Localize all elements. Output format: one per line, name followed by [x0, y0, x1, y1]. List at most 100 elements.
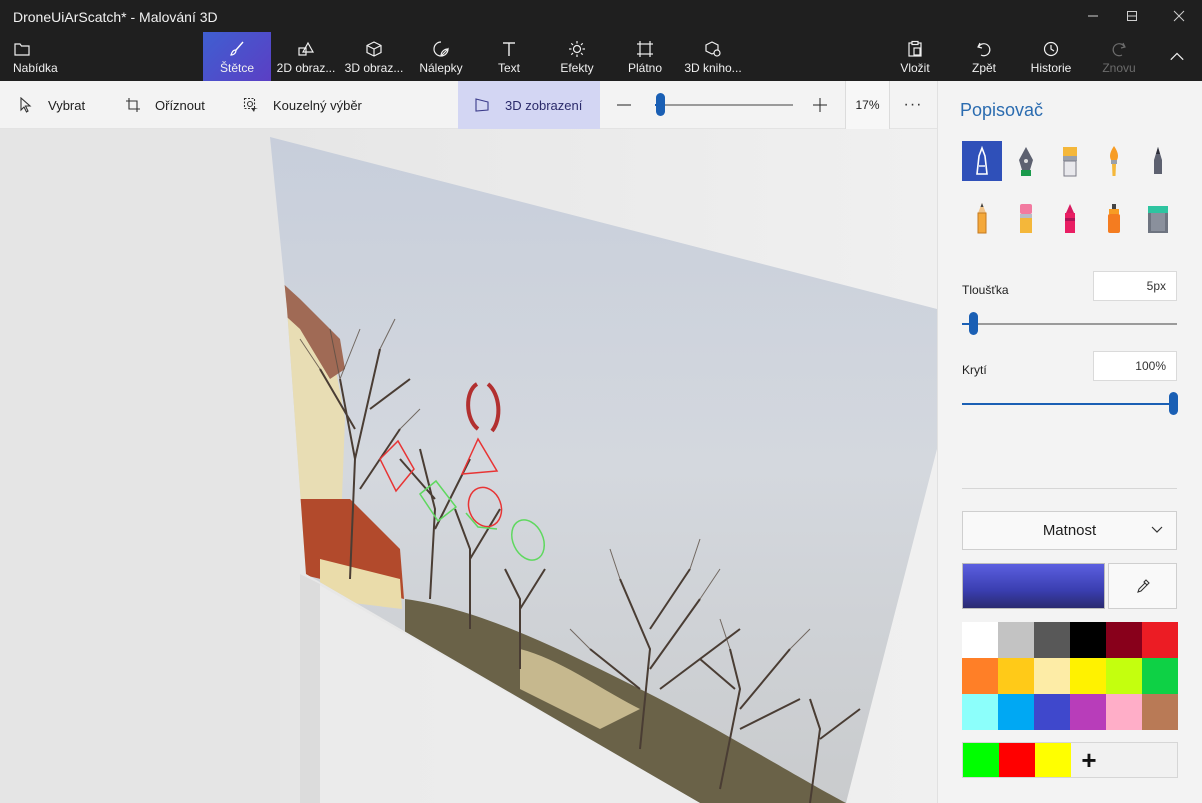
custom-colors-row: +: [962, 742, 1178, 778]
ribbon-tab-text[interactable]: Text: [480, 32, 538, 81]
palette-swatch[interactable]: [1034, 658, 1070, 694]
color-palette: [962, 622, 1178, 730]
thickness-slider-thumb[interactable]: [969, 312, 978, 335]
title-bar: DroneUiArScatch* - Malování 3D: [0, 0, 1202, 32]
opacity-label: Krytí: [962, 363, 987, 377]
window-title: DroneUiArScatch* - Malování 3D: [13, 9, 218, 25]
ribbon-label: 3D obraz...: [344, 61, 404, 75]
history-button[interactable]: Historie: [1026, 32, 1076, 81]
brush-calligraphy-pen[interactable]: [1006, 141, 1046, 181]
ribbon-tab-3d-library[interactable]: 3D kniho...: [680, 32, 746, 81]
brush-oil[interactable]: [1050, 141, 1090, 181]
zoom-slider-track[interactable]: [655, 104, 793, 106]
add-color-button[interactable]: +: [1071, 743, 1107, 777]
zoom-in-button[interactable]: [810, 95, 830, 115]
finish-dropdown[interactable]: Matnost: [962, 511, 1177, 550]
text-icon: [503, 42, 515, 56]
minus-icon: [617, 104, 631, 106]
select-tool-button[interactable]: Vybrat: [18, 81, 85, 129]
magic-select-button[interactable]: Kouzelný výběr: [243, 81, 362, 129]
custom-color-swatch[interactable]: [999, 743, 1035, 777]
brush-eraser[interactable]: [1006, 198, 1046, 238]
magic-select-icon: [243, 97, 258, 112]
pencil-icon: [977, 203, 987, 234]
thickness-slider-track[interactable]: [962, 323, 1177, 325]
select-label: Vybrat: [48, 97, 86, 113]
paste-icon: [908, 40, 922, 57]
ribbon-label: Nabídka: [13, 61, 58, 75]
zoom-percentage[interactable]: 17%: [845, 81, 890, 129]
palette-swatch[interactable]: [962, 622, 998, 658]
eyedropper-button[interactable]: [1108, 563, 1177, 609]
ribbon-label: Znovu: [1102, 61, 1136, 75]
folder-icon: [14, 43, 30, 56]
custom-color-swatch[interactable]: [963, 743, 999, 777]
custom-color-swatch[interactable]: [1035, 743, 1071, 777]
more-options-button[interactable]: ···: [892, 81, 934, 129]
ribbon-tab-canvas[interactable]: Plátno: [616, 32, 674, 81]
close-button[interactable]: [1156, 0, 1202, 32]
palette-swatch[interactable]: [962, 658, 998, 694]
palette-swatch[interactable]: [1106, 694, 1142, 730]
canvas-area[interactable]: [0, 129, 937, 803]
opacity-slider-thumb[interactable]: [1169, 392, 1178, 415]
palette-swatch[interactable]: [1106, 622, 1142, 658]
sun-icon: [569, 41, 585, 57]
ribbon-menu-button[interactable]: Nabídka: [6, 32, 64, 81]
brush-spray-can[interactable]: [1094, 198, 1134, 238]
opacity-input[interactable]: 100%: [1093, 351, 1177, 381]
brush-fill-bucket[interactable]: [1138, 198, 1178, 238]
palette-swatch[interactable]: [1106, 658, 1142, 694]
3d-view-toggle[interactable]: 3D zobrazení: [458, 81, 600, 129]
undo-icon: [977, 42, 991, 57]
palette-swatch[interactable]: [998, 694, 1034, 730]
brush-marker[interactable]: [962, 141, 1002, 181]
palette-swatch[interactable]: [1070, 694, 1106, 730]
palette-swatch[interactable]: [1070, 622, 1106, 658]
brush-pixel-pen[interactable]: [1138, 141, 1178, 181]
palette-swatch[interactable]: [1070, 658, 1106, 694]
plus-icon: +: [1081, 745, 1097, 775]
crop-tool-button[interactable]: Oříznout: [125, 81, 205, 129]
ribbon-tab-stickers[interactable]: Nálepky: [410, 32, 472, 81]
zoom-slider-thumb[interactable]: [656, 93, 665, 116]
crop-label: Oříznout: [155, 97, 205, 113]
marker-icon: [976, 145, 988, 175]
brush-pencil[interactable]: [962, 198, 1002, 238]
palette-swatch[interactable]: [1142, 694, 1178, 730]
ribbon-tab-effects[interactable]: Efekty: [548, 32, 606, 81]
opacity-slider-fill: [962, 403, 1174, 405]
ribbon-tab-brushes[interactable]: Štětce: [203, 32, 271, 81]
current-color-swatch[interactable]: [962, 563, 1105, 609]
zoom-out-button[interactable]: [614, 95, 634, 115]
ribbon-label: 3D kniho...: [684, 61, 742, 75]
thickness-label: Tloušťka: [962, 283, 1009, 297]
palette-swatch[interactable]: [998, 658, 1034, 694]
brush-watercolor[interactable]: [1094, 141, 1134, 181]
3d-shapes-icon: [366, 41, 382, 57]
palette-swatch[interactable]: [998, 622, 1034, 658]
zoom-control: [617, 81, 840, 129]
ribbon-label: Zpět: [971, 61, 996, 75]
thickness-input[interactable]: 5px: [1093, 271, 1177, 301]
history-icon: [1043, 41, 1059, 57]
palette-swatch[interactable]: [1142, 622, 1178, 658]
ribbon-tab-2d-shapes[interactable]: 2D obraz...: [273, 32, 339, 81]
plus-icon: [813, 98, 827, 112]
brush-icon: [230, 41, 244, 56]
brush-crayon[interactable]: [1050, 198, 1090, 238]
paste-button[interactable]: Vložit: [893, 32, 937, 81]
redo-button[interactable]: Znovu: [1097, 32, 1141, 81]
collapse-ribbon-button[interactable]: [1156, 32, 1198, 81]
palette-swatch[interactable]: [962, 694, 998, 730]
palette-swatch[interactable]: [1034, 622, 1070, 658]
maximize-button[interactable]: [1109, 0, 1155, 32]
3d-view-label: 3D zobrazení: [505, 97, 583, 113]
undo-button[interactable]: Zpět: [962, 32, 1006, 81]
ribbon-tab-3d-shapes[interactable]: 3D obraz...: [341, 32, 407, 81]
palette-swatch[interactable]: [1142, 658, 1178, 694]
redo-icon: [1112, 42, 1126, 57]
canvas-scene: [0, 129, 937, 803]
palette-swatch[interactable]: [1034, 694, 1070, 730]
ribbon-label: 2D obraz...: [276, 61, 336, 75]
